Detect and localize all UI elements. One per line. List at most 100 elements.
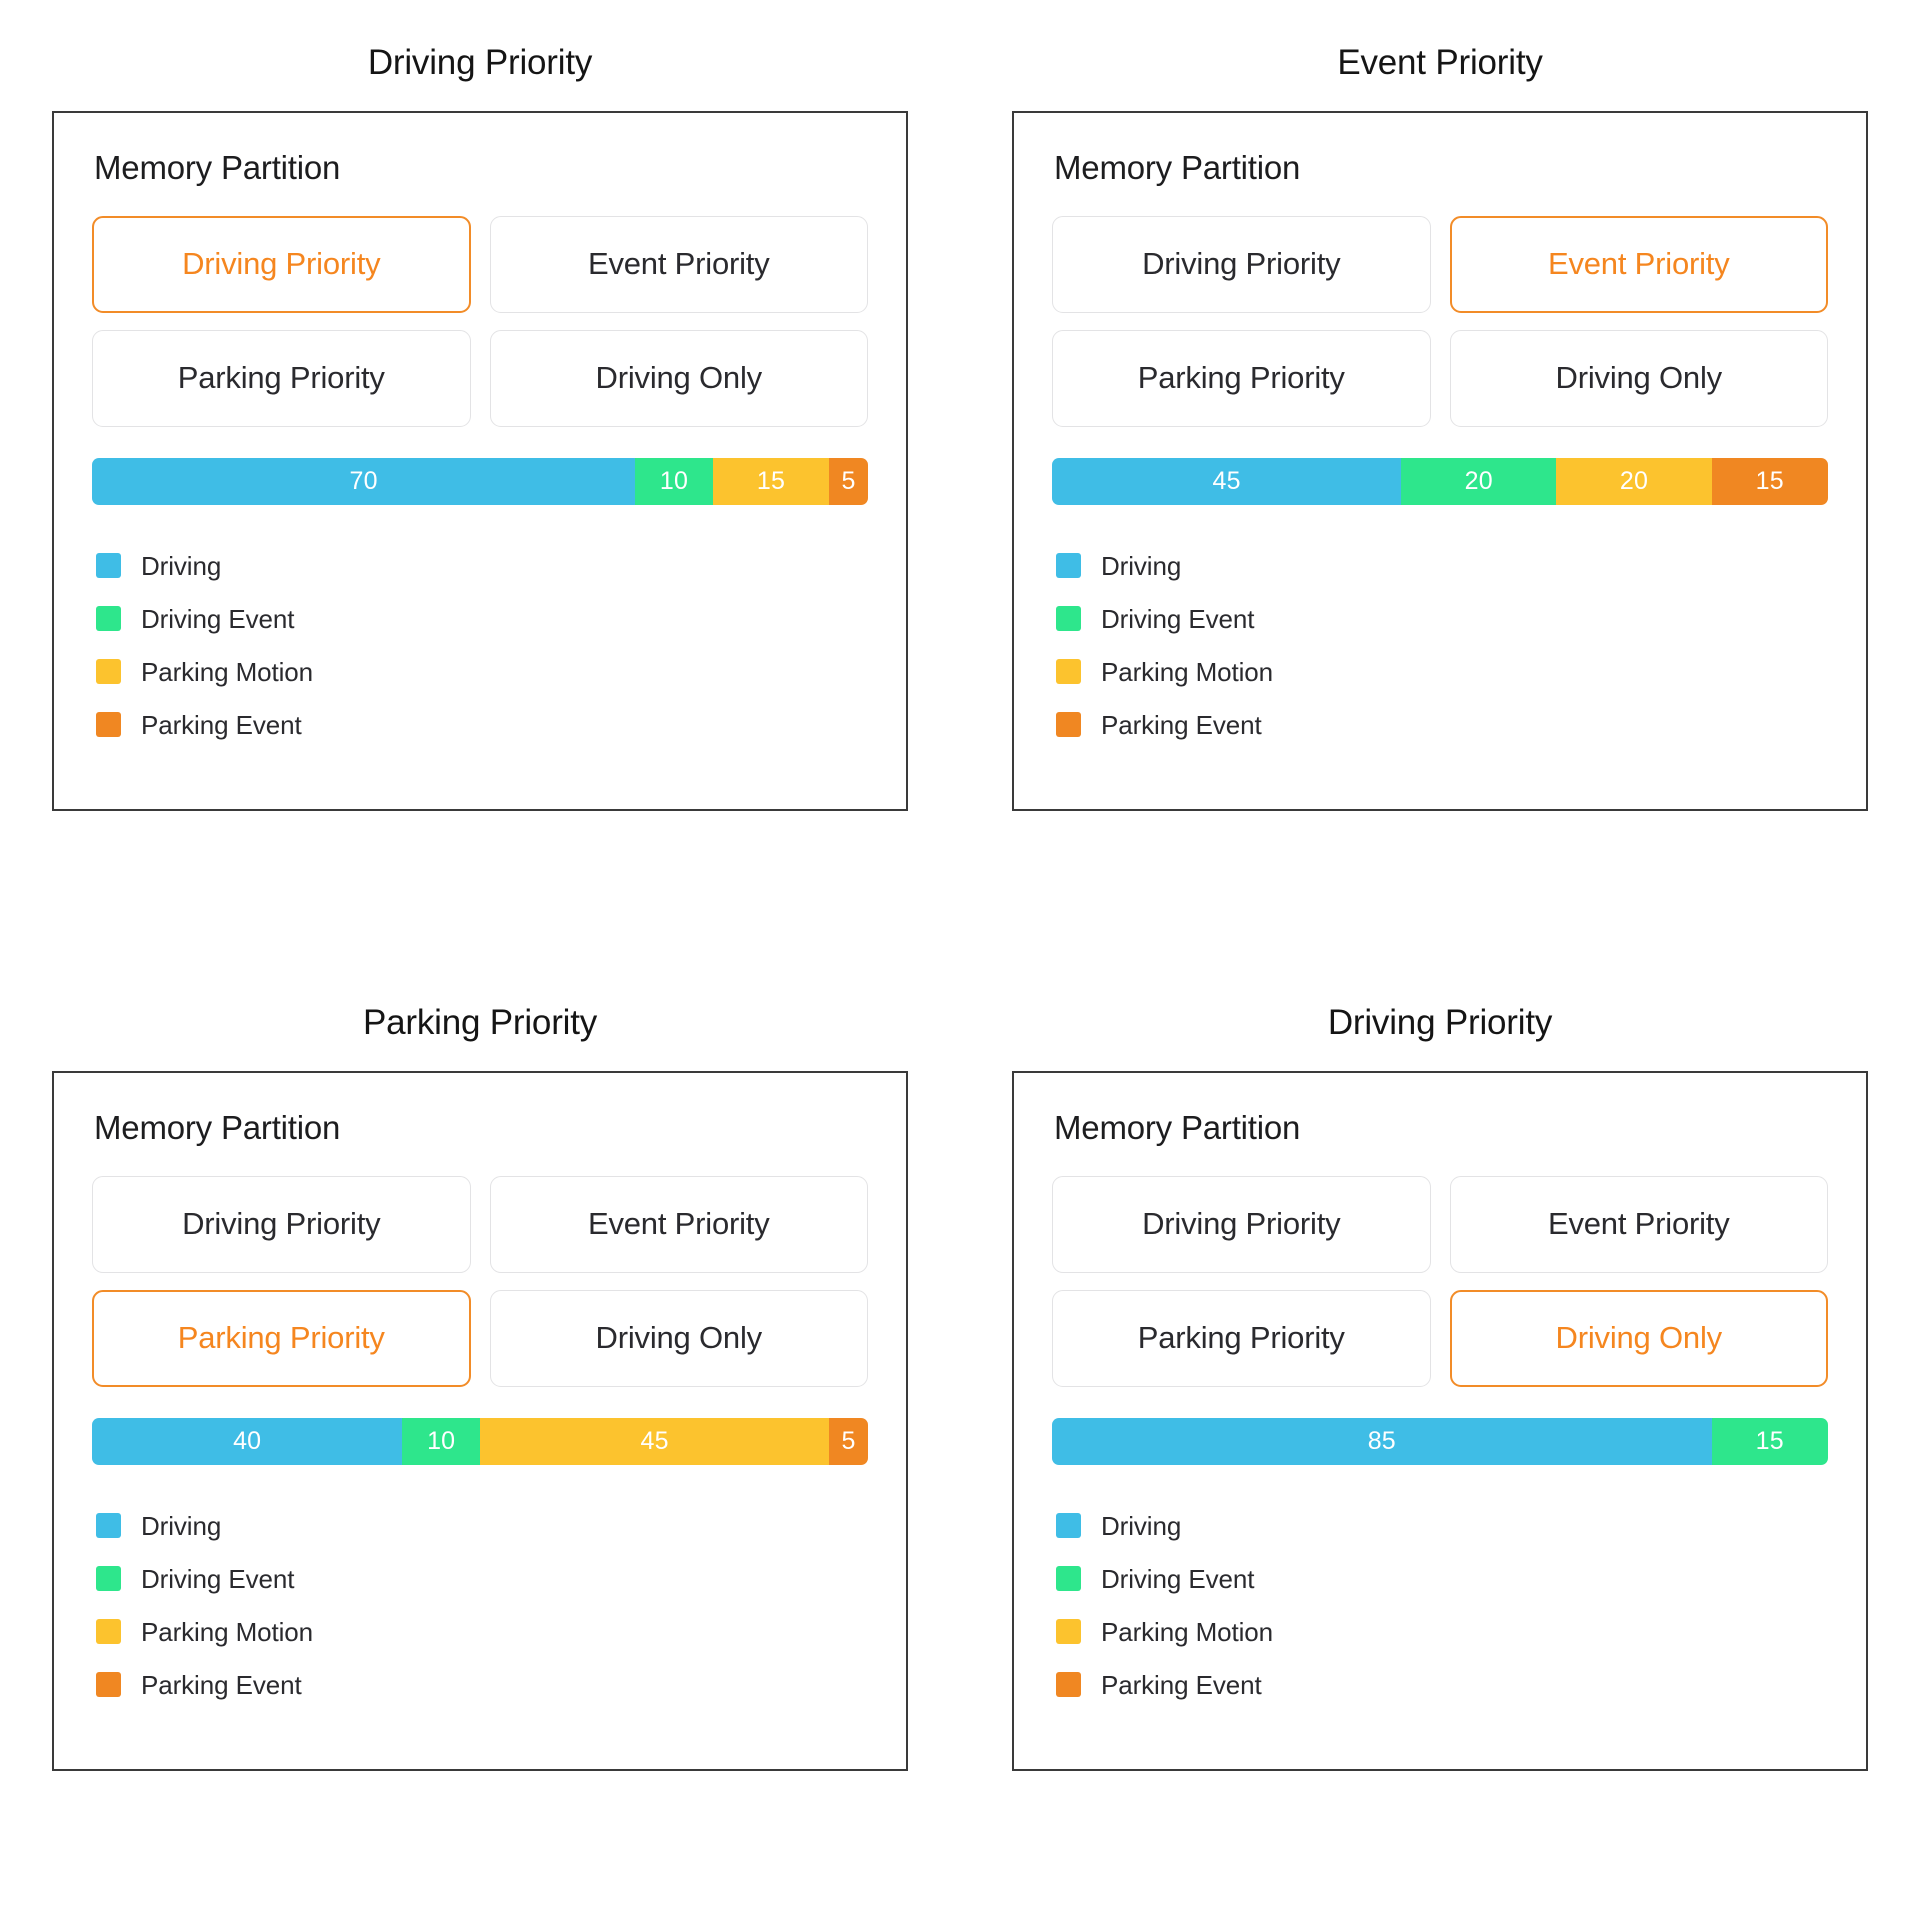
legend-item-driving-event: Driving Event bbox=[96, 606, 868, 632]
mode-button-label: Driving Priority bbox=[182, 246, 381, 281]
bar-segment-parking-event: 5 bbox=[829, 457, 868, 505]
bar-segment-parking-motion: 20 bbox=[1556, 457, 1712, 505]
mode-button-label: Event Priority bbox=[1547, 1206, 1730, 1241]
bar-segment-driving: 70 bbox=[92, 457, 636, 505]
memory-partition-panel: Memory Partition Driving Priority Event Pr… bbox=[1012, 110, 1868, 811]
mode-button-group: Driving Priority Event Priority Parking Pr… bbox=[1052, 215, 1828, 427]
mode-button-driving-only[interactable]: Driving Only bbox=[1449, 329, 1828, 427]
legend-label: Driving bbox=[1101, 550, 1182, 581]
legend-item-parking-event: Parking Event bbox=[1056, 712, 1828, 738]
legend-item-driving: Driving bbox=[1056, 1513, 1828, 1539]
legend-label: Parking Motion bbox=[1101, 1616, 1274, 1647]
legend-item-parking-motion: Parking Motion bbox=[96, 659, 868, 685]
legend-label: Parking Motion bbox=[141, 656, 314, 687]
panel-cell-1: Driving Priority Memory Partition Driving … bbox=[0, 0, 960, 960]
legend-item-parking-motion: Parking Motion bbox=[1056, 1619, 1828, 1645]
memory-partition-bar: 40 10 45 5 bbox=[92, 1417, 868, 1465]
memory-partition-bar: 45 20 20 15 bbox=[1052, 457, 1828, 505]
legend-swatch-icon bbox=[1056, 659, 1081, 684]
legend-swatch-icon bbox=[1056, 553, 1081, 578]
mode-button-event-priority[interactable]: Event Priority bbox=[1449, 215, 1828, 313]
legend-swatch-icon bbox=[1056, 1619, 1081, 1644]
legend-item-driving: Driving bbox=[96, 1513, 868, 1539]
legend-label: Driving Event bbox=[1101, 603, 1255, 634]
memory-partition-panel: Memory Partition Driving Priority Event Pr… bbox=[52, 1070, 908, 1771]
mode-button-label: Event Priority bbox=[587, 1206, 770, 1241]
mode-button-label: Driving Only bbox=[1555, 360, 1723, 395]
mode-button-label: Driving Priority bbox=[1142, 1206, 1341, 1241]
legend-item-parking-motion: Parking Motion bbox=[96, 1619, 868, 1645]
legend-swatch-icon bbox=[96, 553, 121, 578]
legend: Driving Driving Event Parking Motion Parkin… bbox=[96, 1513, 868, 1698]
legend-item-parking-event: Parking Event bbox=[96, 712, 868, 738]
legend-swatch-icon bbox=[96, 1566, 121, 1591]
mode-button-driving-only[interactable]: Driving Only bbox=[1449, 1289, 1828, 1387]
legend-swatch-icon bbox=[1056, 1672, 1081, 1697]
legend-label: Parking Event bbox=[141, 1669, 302, 1700]
legend-swatch-icon bbox=[1056, 1566, 1081, 1591]
panel-title: Parking Priority bbox=[362, 1003, 598, 1042]
mode-button-driving-priority[interactable]: Driving Priority bbox=[92, 215, 471, 313]
legend-swatch-icon bbox=[96, 1672, 121, 1697]
mode-button-label: Parking Priority bbox=[1137, 1320, 1345, 1355]
mode-button-parking-priority[interactable]: Parking Priority bbox=[92, 329, 471, 427]
legend-label: Parking Event bbox=[1101, 709, 1262, 740]
bar-segment-parking-event: 5 bbox=[829, 1417, 868, 1465]
mode-button-label: Driving Only bbox=[595, 1320, 763, 1355]
bar-segment-driving-event: 20 bbox=[1401, 457, 1557, 505]
mode-button-label: Driving Only bbox=[1555, 1320, 1723, 1355]
mode-button-label: Driving Priority bbox=[182, 1206, 381, 1241]
legend-item-parking-motion: Parking Motion bbox=[1056, 659, 1828, 685]
legend-swatch-icon bbox=[96, 606, 121, 631]
memory-partition-panel: Memory Partition Driving Priority Event Pr… bbox=[1012, 1070, 1868, 1771]
mode-button-label: Parking Priority bbox=[1137, 360, 1345, 395]
legend-label: Driving bbox=[141, 550, 222, 581]
mode-button-label: Event Priority bbox=[587, 246, 770, 281]
mode-button-parking-priority[interactable]: Parking Priority bbox=[1052, 1289, 1431, 1387]
memory-partition-bar: 70 10 15 5 bbox=[92, 457, 868, 505]
legend-item-driving: Driving bbox=[96, 553, 868, 579]
memory-partition-bar: 85 15 bbox=[1052, 1417, 1828, 1465]
legend-swatch-icon bbox=[1056, 1513, 1081, 1538]
legend: Driving Driving Event Parking Motion Parkin… bbox=[1056, 553, 1828, 738]
bar-segment-driving: 45 bbox=[1052, 457, 1402, 505]
bar-segment-driving-event: 10 bbox=[402, 1417, 480, 1465]
legend-item-driving: Driving bbox=[1056, 553, 1828, 579]
panel-heading: Memory Partition bbox=[1054, 148, 1301, 186]
mode-button-group: Driving Priority Event Priority Parking Pr… bbox=[92, 215, 868, 427]
panel-heading: Memory Partition bbox=[94, 1108, 341, 1146]
mode-button-driving-priority[interactable]: Driving Priority bbox=[92, 1175, 471, 1273]
bar-segment-driving: 40 bbox=[92, 1417, 403, 1465]
legend-swatch-icon bbox=[1056, 606, 1081, 631]
mode-button-group: Driving Priority Event Priority Parking Pr… bbox=[1052, 1175, 1828, 1387]
panel-title: Driving Priority bbox=[1327, 1003, 1553, 1042]
mode-button-label: Driving Only bbox=[595, 360, 763, 395]
legend-swatch-icon bbox=[96, 712, 121, 737]
bar-segment-parking-motion: 15 bbox=[712, 457, 830, 505]
bar-segment-parking-motion: 45 bbox=[479, 1417, 830, 1465]
legend-item-driving-event: Driving Event bbox=[1056, 606, 1828, 632]
legend: Driving Driving Event Parking Motion Parkin… bbox=[96, 553, 868, 738]
legend-swatch-icon bbox=[96, 1619, 121, 1644]
legend-swatch-icon bbox=[96, 659, 121, 684]
panel-cell-3: Parking Priority Memory Partition Driving … bbox=[0, 960, 960, 1920]
legend-label: Parking Event bbox=[1101, 1669, 1262, 1700]
legend-item-parking-event: Parking Event bbox=[96, 1672, 868, 1698]
legend-label: Driving Event bbox=[1101, 1563, 1255, 1594]
mode-button-driving-only[interactable]: Driving Only bbox=[489, 1289, 868, 1387]
mode-button-driving-priority[interactable]: Driving Priority bbox=[1052, 215, 1431, 313]
mode-button-label: Event Priority bbox=[1547, 246, 1730, 281]
mode-button-parking-priority[interactable]: Parking Priority bbox=[1052, 329, 1431, 427]
panel-cell-4: Driving Priority Memory Partition Driving … bbox=[960, 960, 1920, 1920]
legend-label: Driving Event bbox=[141, 603, 295, 634]
mode-button-event-priority[interactable]: Event Priority bbox=[1449, 1175, 1828, 1273]
legend-label: Driving bbox=[141, 1510, 222, 1541]
mode-button-event-priority[interactable]: Event Priority bbox=[489, 1175, 868, 1273]
bar-segment-parking-event: 15 bbox=[1711, 457, 1828, 505]
mode-button-driving-only[interactable]: Driving Only bbox=[489, 329, 868, 427]
mode-button-driving-priority[interactable]: Driving Priority bbox=[1052, 1175, 1431, 1273]
legend-item-parking-event: Parking Event bbox=[1056, 1672, 1828, 1698]
mode-button-event-priority[interactable]: Event Priority bbox=[489, 215, 868, 313]
mode-button-parking-priority[interactable]: Parking Priority bbox=[92, 1289, 471, 1387]
legend-label: Parking Motion bbox=[141, 1616, 314, 1647]
